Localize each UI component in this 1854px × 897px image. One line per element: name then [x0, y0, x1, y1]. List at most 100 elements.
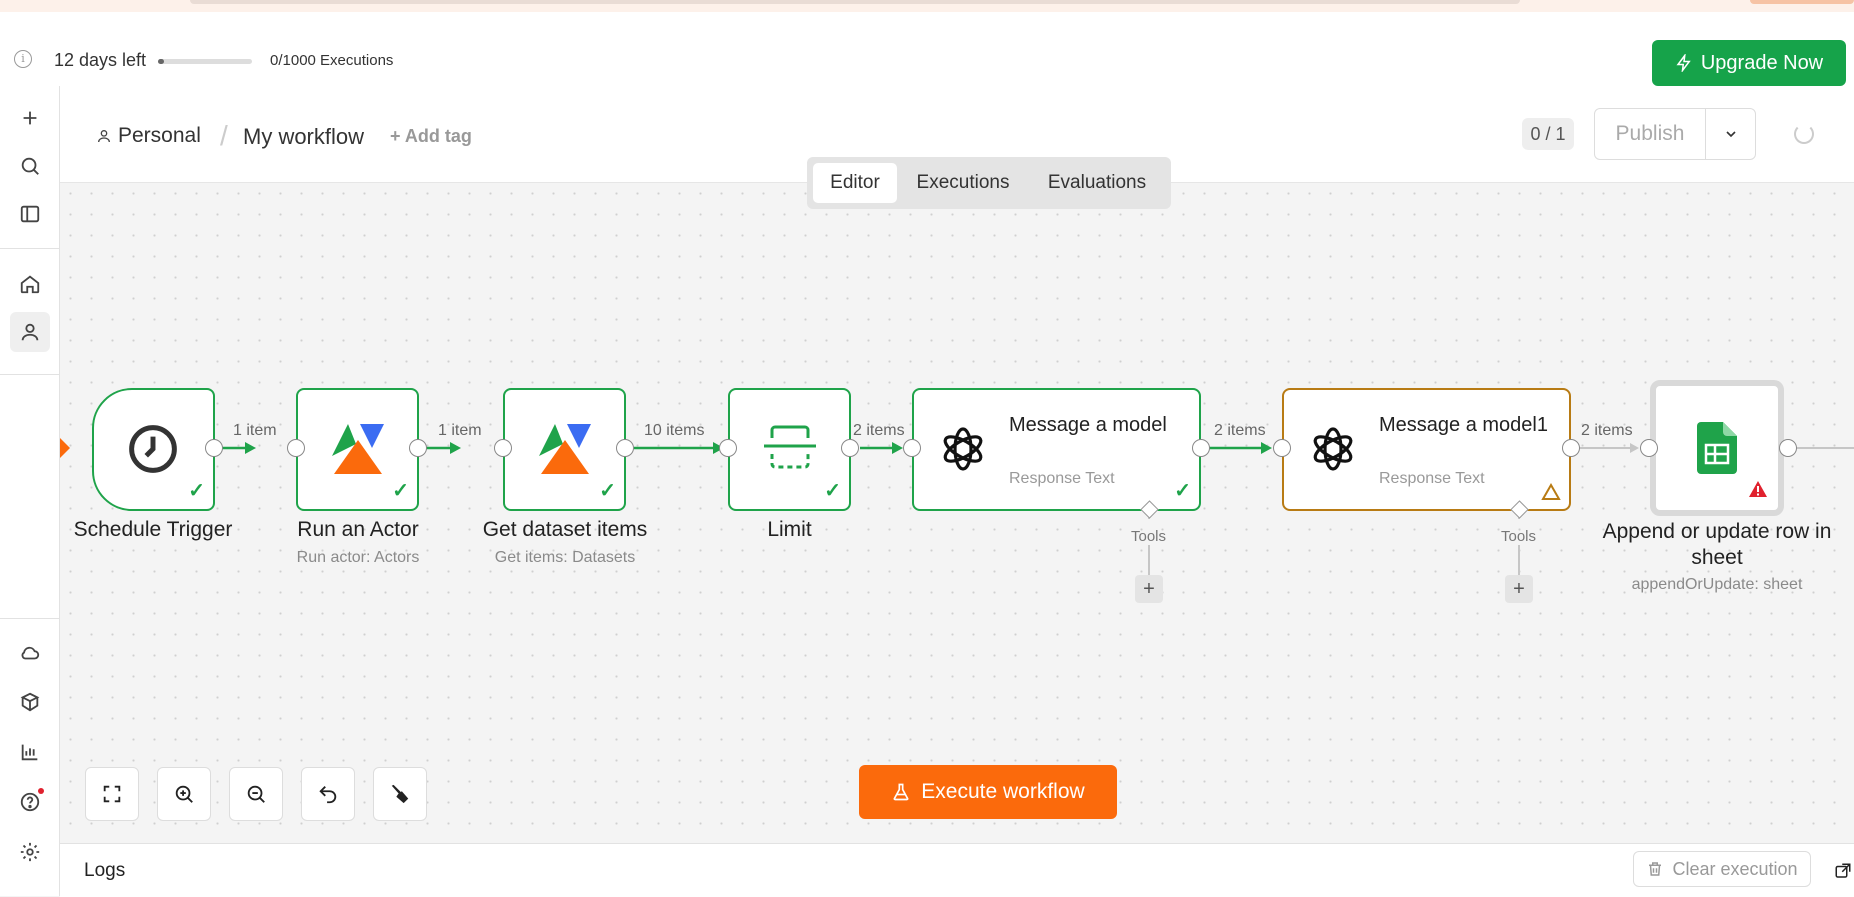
- tidy-up-button[interactable]: [373, 767, 427, 821]
- warning-triangle-icon: [1541, 483, 1561, 500]
- plus-icon: [23, 111, 37, 125]
- zoom-in-button[interactable]: [157, 767, 211, 821]
- gear-icon: [20, 842, 40, 862]
- logs-panel[interactable]: Logs Clear execution: [60, 843, 1854, 897]
- add-tool-button[interactable]: +: [1505, 575, 1533, 603]
- help-icon: [20, 792, 40, 812]
- clear-execution-label: Clear execution: [1672, 858, 1798, 879]
- execute-workflow-label: Execute workflow: [921, 780, 1085, 803]
- apify-icon: [539, 424, 591, 474]
- node-append-or-update-row[interactable]: [1650, 380, 1784, 516]
- output-port[interactable]: [1779, 439, 1797, 457]
- workflow-canvas[interactable]: ✓ Schedule Trigger 1 item ✓ Run an Actor…: [60, 183, 1854, 843]
- node-message-a-model[interactable]: Message a model Response Text ✓: [912, 388, 1201, 511]
- node-label: Run an Actor: [297, 518, 419, 541]
- node-title: Message a model: [1009, 414, 1167, 436]
- zoom-out-button[interactable]: [229, 767, 283, 821]
- offscreen-trigger-marker: [60, 438, 70, 458]
- input-port[interactable]: [1640, 439, 1658, 457]
- input-port[interactable]: [903, 439, 921, 457]
- project-name: Personal: [118, 124, 201, 147]
- input-port[interactable]: [494, 439, 512, 457]
- node-message-a-model1[interactable]: Message a model1 Response Text: [1282, 388, 1571, 511]
- lightning-icon: [1676, 54, 1691, 72]
- google-sheets-icon: [1697, 422, 1737, 474]
- node-label: Limit: [767, 518, 812, 541]
- node-schedule-trigger[interactable]: ✓: [92, 388, 215, 511]
- sidebar-item-overview[interactable]: [10, 264, 50, 304]
- output-port[interactable]: [1562, 439, 1580, 457]
- tools-label: Tools: [1501, 528, 1537, 545]
- publish-dropdown-button[interactable]: [1706, 109, 1755, 159]
- node-label: Append or update row in sheet: [1602, 520, 1832, 569]
- output-port[interactable]: [1192, 439, 1210, 457]
- input-port[interactable]: [1273, 439, 1291, 457]
- sidebar-item-settings[interactable]: [10, 832, 50, 872]
- edge-item-count: 2 items: [853, 422, 905, 439]
- output-port[interactable]: [616, 439, 634, 457]
- edge-item-count: 2 items: [1214, 422, 1266, 439]
- info-icon: i: [14, 50, 32, 68]
- pop-out-icon[interactable]: [1834, 862, 1852, 880]
- sidebar-divider: [0, 248, 59, 249]
- success-check-icon: ✓: [1174, 480, 1191, 502]
- publish-button[interactable]: Publish: [1595, 109, 1706, 159]
- create-button[interactable]: [10, 98, 50, 138]
- input-port[interactable]: [287, 439, 305, 457]
- output-port[interactable]: [409, 439, 427, 457]
- openai-icon: [1313, 427, 1353, 471]
- sidebar-item-insights[interactable]: [10, 732, 50, 772]
- add-tag-button[interactable]: + Add tag: [390, 126, 472, 147]
- sidebar-item-cloud[interactable]: [10, 633, 50, 673]
- tab-evaluations[interactable]: Evaluations: [1029, 163, 1165, 203]
- fit-view-button[interactable]: [85, 767, 139, 821]
- node-title: Message a model1: [1379, 414, 1548, 436]
- node-limit[interactable]: ✓: [728, 388, 851, 511]
- upgrade-now-button[interactable]: Upgrade Now: [1652, 40, 1846, 86]
- trash-icon: [1649, 862, 1662, 876]
- edges-layer: [60, 438, 1854, 575]
- edge-item-count: 2 items: [1581, 422, 1633, 439]
- clear-execution-button[interactable]: Clear execution: [1633, 851, 1811, 887]
- notification-dot: [38, 788, 44, 794]
- node-get-dataset-items[interactable]: ✓: [503, 388, 626, 511]
- trial-days-left: 12 days left: [54, 50, 147, 70]
- node-run-an-actor[interactable]: ✓: [296, 388, 419, 511]
- breadcrumb-separator: /: [220, 120, 228, 151]
- apify-icon: [332, 424, 384, 474]
- openai-icon: [943, 427, 983, 471]
- edge-item-count: 10 items: [644, 422, 705, 439]
- search-button[interactable]: [10, 146, 50, 186]
- success-check-icon: ✓: [599, 480, 616, 502]
- search-icon: [21, 157, 39, 175]
- cube-icon: [20, 692, 40, 712]
- broom-icon: [391, 784, 409, 804]
- sidebar-item-personal[interactable]: [10, 312, 50, 352]
- toggle-sidebar-button[interactable]: [10, 194, 50, 234]
- user-icon: [21, 323, 39, 341]
- flask-icon: [893, 783, 909, 801]
- output-port[interactable]: [841, 439, 859, 457]
- executions-progress-bar: [158, 59, 252, 64]
- output-port[interactable]: [205, 439, 223, 457]
- tab-editor[interactable]: Editor: [813, 163, 897, 203]
- breadcrumb-project[interactable]: Personal: [96, 124, 201, 148]
- execute-workflow-button[interactable]: Execute workflow: [859, 765, 1117, 819]
- input-port[interactable]: [719, 439, 737, 457]
- tab-executions[interactable]: Executions: [903, 163, 1023, 203]
- add-tool-button[interactable]: +: [1135, 575, 1163, 603]
- error-triangle-icon: [1749, 481, 1767, 497]
- limit-icon: [764, 425, 816, 469]
- zoom-in-icon: [175, 785, 193, 803]
- workflow-name[interactable]: My workflow: [243, 124, 364, 150]
- undo-button[interactable]: [301, 767, 355, 821]
- sidebar-item-help[interactable]: [10, 782, 50, 822]
- version-counter: 0 / 1: [1522, 118, 1574, 150]
- success-check-icon: ✓: [392, 480, 409, 502]
- fullscreen-icon: [103, 785, 121, 803]
- sidebar-item-templates[interactable]: [10, 682, 50, 722]
- node-label: Schedule Trigger: [73, 518, 233, 541]
- logs-label: Logs: [84, 860, 126, 881]
- success-check-icon: ✓: [824, 480, 841, 502]
- sidebar-panel-icon: [20, 205, 40, 223]
